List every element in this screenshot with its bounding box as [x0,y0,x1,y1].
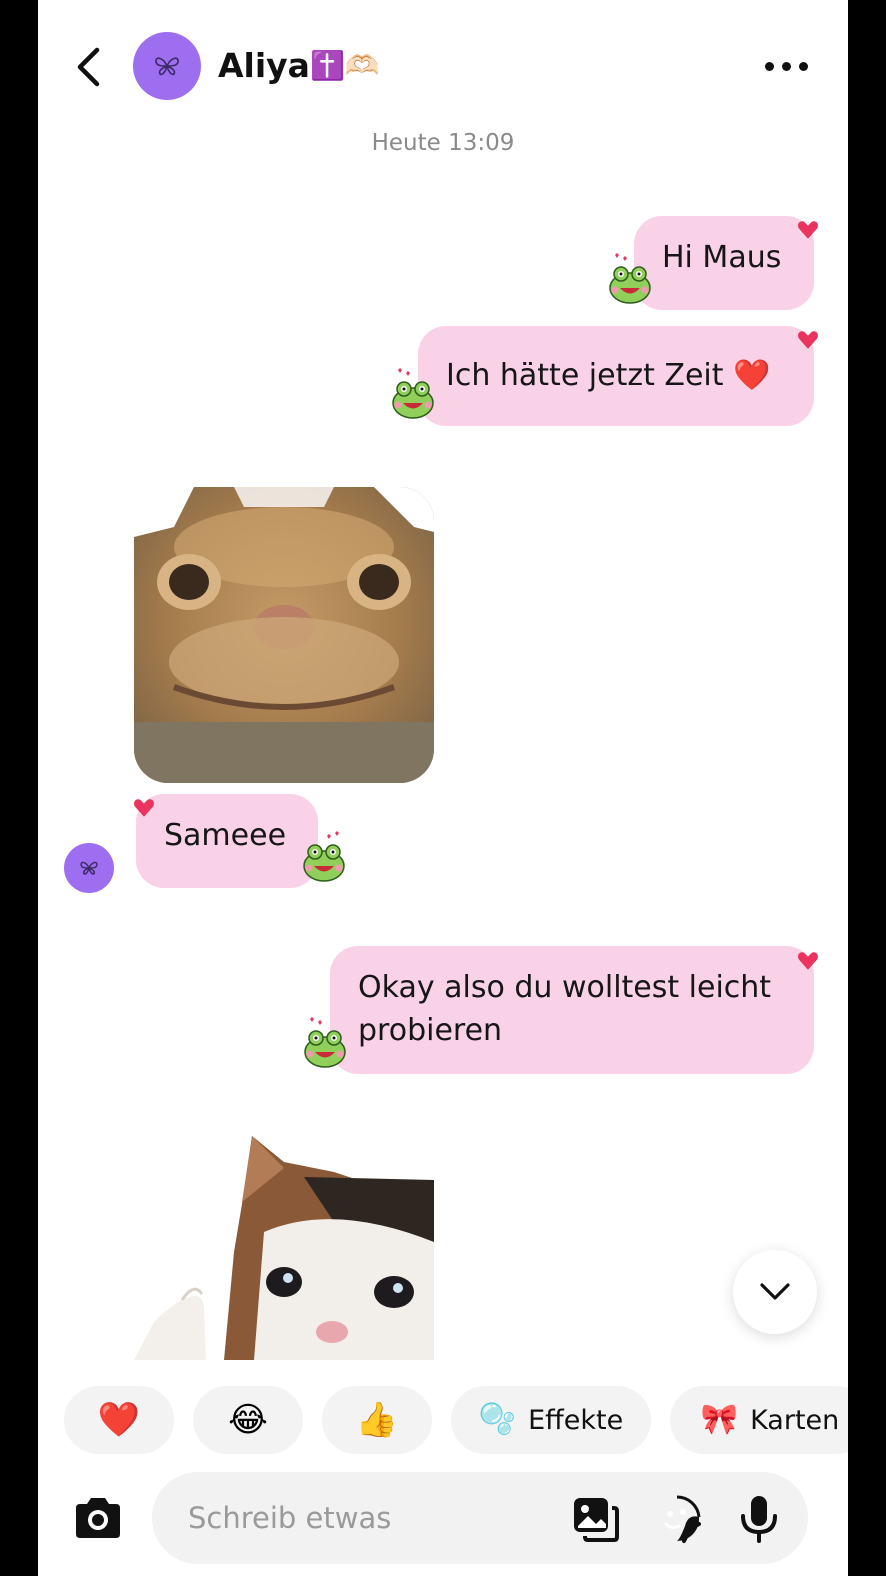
bow-icon: 🎀 [700,1402,739,1437]
back-button[interactable] [68,42,108,92]
chat-screen: Aliya✝️🫶🏻 Heute 13:09 Hi Maus Ich hätte … [38,0,848,1576]
contact-avatar[interactable] [133,32,201,100]
butterfly-icon [155,57,179,76]
microphone-icon[interactable] [734,1494,784,1544]
effects-chip[interactable]: 🫧 Effekte [451,1386,651,1454]
crying-cat-image [134,1136,434,1360]
sticker-icon[interactable] [652,1494,702,1544]
chevron-left-icon [77,47,100,87]
cat-face-image [134,487,434,783]
camera-icon [76,1498,120,1538]
frog-sticker-icon [303,831,345,882]
more-dot-icon [764,61,774,71]
name-emoji: ✝️🫶🏻 [309,49,380,82]
received-message-bubble[interactable]: Sameee [136,794,318,888]
more-dot-icon [798,61,808,71]
sender-avatar[interactable] [64,843,114,893]
message-composer [152,1472,808,1564]
sent-message-bubble[interactable]: Okay also du wolltest leicht probieren [330,946,814,1074]
cards-label: Karten [750,1404,840,1436]
reaction-chip-laugh[interactable]: 😂 [193,1386,303,1454]
quick-reactions-bar: ❤️ 😂 👍 🫧 Effekte 🎀 Karten [38,1386,848,1454]
heart-reaction-icon [798,331,818,349]
message-text: Sameee [164,818,287,853]
message-text-line: Okay also du wolltest leicht [358,970,772,1005]
frog-sticker-icon [304,1017,346,1068]
heart-reaction-icon [798,221,818,239]
more-options-button[interactable] [758,50,814,82]
more-dot-icon [781,61,791,71]
camera-button[interactable] [72,1496,124,1540]
message-text: Ich hätte jetzt Zeit [446,358,724,393]
message-text: Hi Maus [662,240,782,275]
message-text-line: probieren [358,1013,503,1048]
contact-name[interactable]: Aliya✝️🫶🏻 [218,44,380,88]
received-crying-cat-sticker[interactable] [134,1132,434,1360]
cards-chip[interactable]: 🎀 Karten [670,1386,848,1454]
image-gallery-icon[interactable] [570,1494,620,1544]
contact-name-text: Aliya [218,46,310,85]
thumbs-up-emoji-icon: 👍 [355,1400,399,1440]
butterfly-icon [80,861,98,875]
heart-emoji-icon: ❤️ [97,1400,141,1440]
frog-sticker-icon [392,368,434,419]
sent-message-bubble[interactable]: Ich hätte jetzt Zeit ❤️ [418,326,814,426]
scroll-to-bottom-button[interactable] [733,1250,817,1334]
received-cat-sticker[interactable] [134,487,434,783]
reaction-chip-heart[interactable]: ❤️ [64,1386,174,1454]
laughing-emoji-icon: 😂 [228,1400,268,1440]
chat-timestamp: Heute 13:09 [371,130,515,156]
heart-emoji: ❤️ [733,358,771,393]
heart-reaction-icon [134,799,154,817]
chevron-down-icon [760,1283,790,1300]
sent-message-bubble[interactable]: Hi Maus [634,216,814,310]
effects-label: Effekte [528,1404,624,1436]
reaction-chip-thumbs-up[interactable]: 👍 [322,1386,432,1454]
effects-icon: 🫧 [478,1402,517,1437]
frog-sticker-icon [609,253,651,304]
message-input[interactable] [188,1472,548,1564]
heart-reaction-icon [798,952,818,970]
